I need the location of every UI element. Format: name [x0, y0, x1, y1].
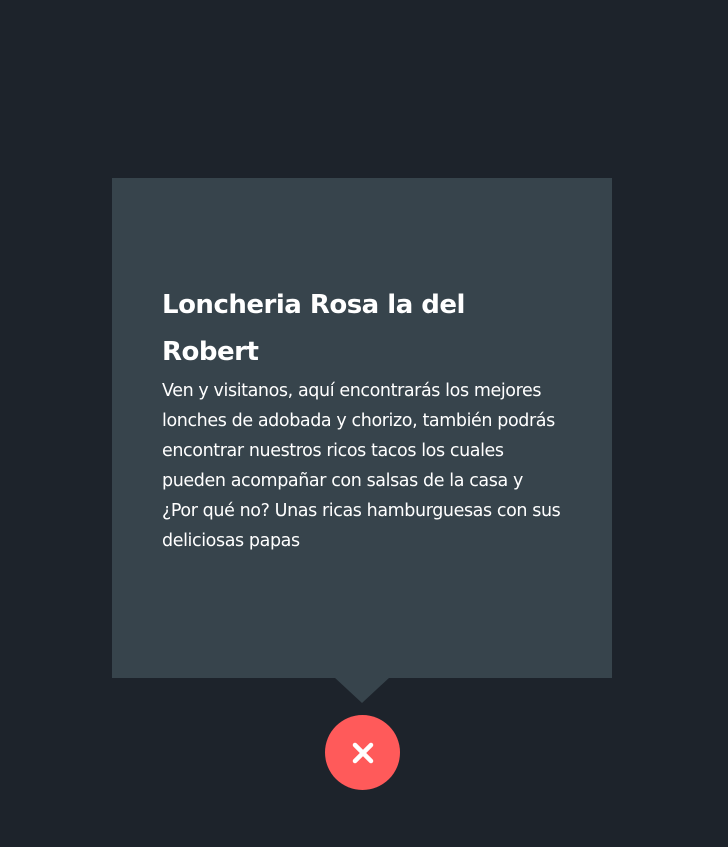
close-icon — [352, 742, 373, 763]
info-card: Loncheria Rosa la del Robert Ven y visit… — [112, 178, 612, 678]
card-pointer — [334, 677, 390, 703]
card-title: Loncheria Rosa la del Robert — [162, 290, 465, 367]
close-button[interactable] — [325, 715, 400, 790]
card-description: Ven y visitanos, aquí encontrarás los me… — [162, 381, 561, 551]
